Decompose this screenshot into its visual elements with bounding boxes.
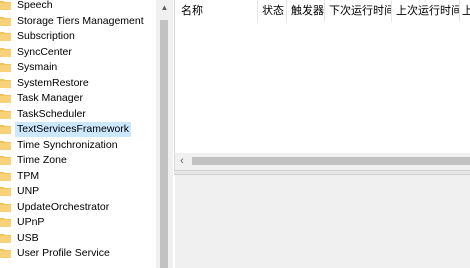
task-list[interactable]: 名称 状态 触发器 下次运行时间 上次运行时间 上	[174, 0, 470, 170]
tree-item-label: User Profile Service	[17, 247, 110, 259]
tree-item-label: Storage Tiers Management	[17, 14, 144, 27]
tree-item-task-manager[interactable]: Task Manager	[0, 91, 156, 106]
tree-item-tpm[interactable]: TPM	[0, 169, 156, 184]
folder-icon	[0, 63, 11, 72]
tree-item-label: Subscription	[17, 30, 75, 42]
tree-item-label: UpdateOrchestrator	[17, 200, 110, 213]
tree-item-label: TPM	[17, 169, 40, 182]
tree-item-user-profile-service[interactable]: User Profile Service	[0, 246, 156, 261]
folder-icon	[0, 156, 11, 165]
tree-item-label: USB	[17, 231, 39, 244]
folder-icon	[0, 202, 11, 212]
scroll-up-icon[interactable]: ▲	[156, 0, 173, 16]
folder-icon	[0, 233, 11, 243]
tree-item-time-zone[interactable]: Time Zone	[0, 153, 156, 168]
tree-item-label: Speech	[17, 0, 53, 11]
folder-icon	[0, 140, 11, 150]
tree-item-updateorchestrator[interactable]: UpdateOrchestrator	[0, 200, 156, 215]
tree-item-synccenter[interactable]: SyncCenter	[0, 45, 156, 60]
column-header-next-run-time[interactable]: 下次运行时间	[325, 0, 392, 22]
folder-icon	[0, 218, 11, 227]
tree-item-label: TextServicesFramework	[15, 122, 132, 137]
horizontal-scrollbar-thumb[interactable]	[192, 157, 470, 165]
tree-item-label: UNP	[17, 185, 40, 197]
folder-icon	[0, 78, 11, 88]
folder-icon	[0, 32, 11, 41]
folder-tree[interactable]: Speech Storage Tiers Management Subscrip…	[0, 0, 156, 268]
tree-item-label: TaskScheduler	[17, 107, 86, 120]
column-header-last-run-time[interactable]: 上次运行时间	[392, 0, 460, 22]
tree-item-subscription[interactable]: Subscription	[0, 29, 156, 44]
tree-item-speech[interactable]: Speech	[0, 0, 156, 13]
scroll-left-icon[interactable]: ‹	[175, 153, 189, 170]
folder-icon	[0, 249, 11, 258]
column-header-name[interactable]: 名称	[175, 0, 258, 22]
folder-icon	[0, 187, 11, 196]
tree-item-unp[interactable]: UNP	[0, 184, 156, 199]
folder-icon	[0, 94, 11, 103]
tree-item-label: Time Synchronization	[17, 138, 118, 151]
tree-item-systemrestore[interactable]: SystemRestore	[0, 76, 156, 91]
tree-vertical-scrollbar[interactable]: ▲	[156, 0, 173, 268]
tree-item-usb[interactable]: USB	[0, 231, 156, 246]
folder-icon	[0, 16, 11, 26]
tree-item-label: Sysmain	[17, 61, 58, 73]
tree-item-label: UPnP	[17, 216, 45, 228]
tree-item-storage-tiers-management[interactable]: Storage Tiers Management	[0, 14, 156, 29]
tree-item-sysmain[interactable]: Sysmain	[0, 60, 156, 75]
tree-item-label: Time Zone	[17, 154, 67, 166]
column-header-status[interactable]: 状态	[258, 0, 287, 22]
folder-icon	[0, 171, 11, 181]
column-header-triggers[interactable]: 触发器	[287, 0, 325, 22]
tree-item-taskscheduler[interactable]: TaskScheduler	[0, 107, 156, 122]
tree-item-label: SyncCenter	[17, 45, 72, 58]
tree-item-time-synchronization[interactable]: Time Synchronization	[0, 138, 156, 153]
column-header-last-run-result[interactable]: 上	[460, 0, 470, 22]
task-details-pane	[175, 175, 470, 268]
tree-scrollbar-thumb[interactable]	[160, 20, 168, 268]
folder-icon	[0, 47, 11, 57]
folder-icon	[0, 125, 11, 134]
tree-item-label: Task Manager	[17, 92, 83, 104]
tree-item-upnp[interactable]: UPnP	[0, 215, 156, 230]
task-list-horizontal-scrollbar[interactable]: ‹	[175, 153, 470, 170]
folder-icon	[0, 109, 11, 119]
folder-icon	[0, 1, 11, 10]
tree-item-label: SystemRestore	[17, 76, 89, 89]
tree-item-textservicesframework[interactable]: TextServicesFramework	[0, 122, 156, 137]
